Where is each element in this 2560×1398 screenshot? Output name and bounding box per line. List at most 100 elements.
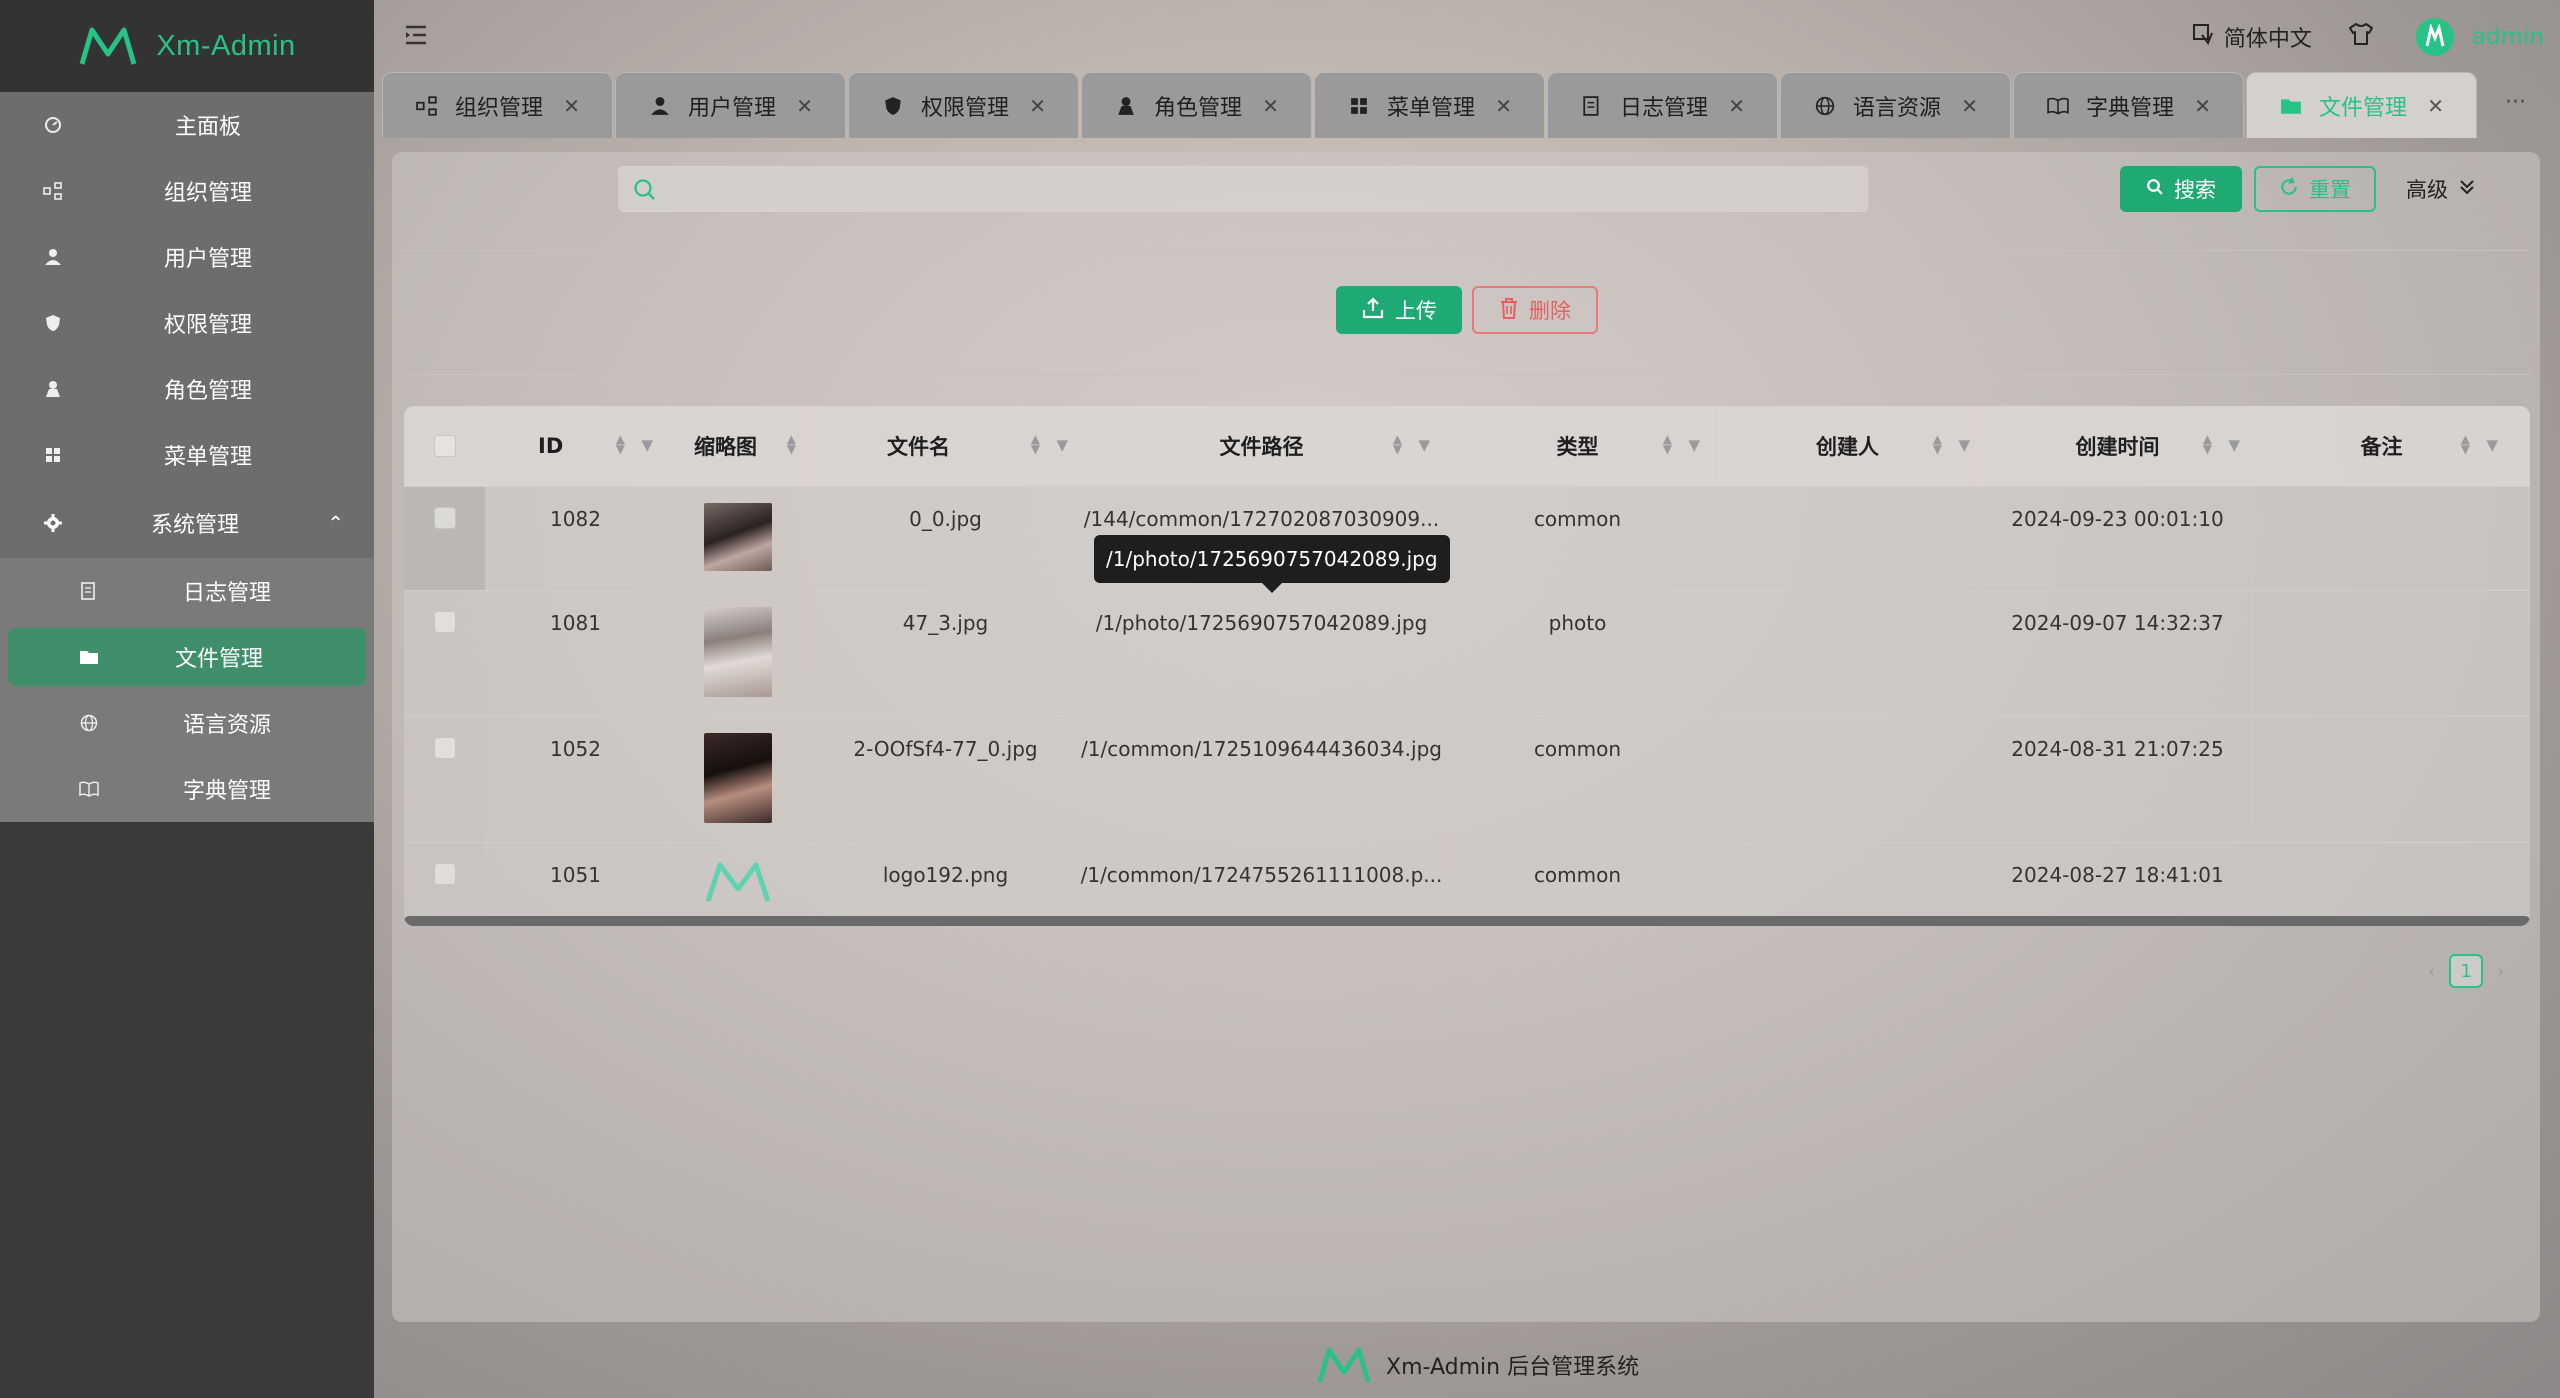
logo-thumbnail-icon[interactable] — [704, 859, 772, 903]
reset-button[interactable]: 重置 — [2254, 166, 2376, 212]
sidebar-item-users[interactable]: 用户管理 — [0, 224, 374, 290]
search-input[interactable] — [669, 167, 1859, 211]
close-icon[interactable]: ✕ — [1262, 94, 1279, 118]
column-header-filepath[interactable]: 文件路径 ▲ ▼ ▼ — [1081, 406, 1443, 486]
app-logo[interactable]: Xm-Admin — [0, 0, 374, 92]
tab-roles[interactable]: 角色管理 ✕ — [1081, 72, 1312, 138]
language-switch[interactable]: 简体中文 — [2192, 21, 2312, 53]
column-title: 备注 — [2360, 435, 2403, 459]
table-row[interactable]: 1052 2-OOfSf4-77_0.jpg /1/common/1725109… — [404, 716, 2530, 842]
close-icon[interactable]: ✕ — [1495, 94, 1512, 118]
tab-languages[interactable]: 语言资源 ✕ — [1780, 72, 2011, 138]
sort-icon[interactable]: ▲ ▼ — [1393, 433, 1402, 455]
username[interactable]: admin — [2472, 24, 2544, 50]
next-page-button[interactable]: › — [2497, 961, 2504, 982]
close-icon[interactable]: ✕ — [1961, 94, 1978, 118]
column-header-note[interactable]: 备注 ▲ ▼ ▼ — [2253, 406, 2510, 486]
sort-icon[interactable]: ▲ ▼ — [2203, 433, 2212, 455]
row-checkbox[interactable] — [433, 507, 456, 529]
tabs-more-icon[interactable]: ··· — [2505, 90, 2526, 115]
tab-org[interactable]: 组织管理 ✕ — [382, 72, 613, 138]
cell-created-time: 2024-08-27 18:41:01 — [1983, 843, 2253, 926]
delete-button[interactable]: 删除 — [1472, 286, 1598, 334]
sidebar-item-org[interactable]: 组织管理 — [0, 158, 374, 224]
sidebar-item-permissions[interactable]: 权限管理 — [0, 290, 374, 356]
advanced-toggle[interactable]: 高级 — [2396, 166, 2486, 212]
column-header-creator[interactable]: 创建人 ▲ ▼ ▼ — [1713, 406, 1983, 486]
close-icon[interactable]: ✕ — [2427, 94, 2444, 118]
filter-icon[interactable]: ▼ — [2228, 436, 2240, 454]
filter-icon[interactable]: ▼ — [1958, 436, 1970, 454]
table-row[interactable]: 1081 47_3.jpg /1/photo/1725690757042089.… — [404, 590, 2530, 716]
page-number-button[interactable]: 1 — [2449, 954, 2484, 988]
upload-button[interactable]: 上传 — [1336, 286, 1462, 334]
cell-note — [2253, 717, 2510, 842]
sidebar-item-roles[interactable]: 角色管理 — [0, 356, 374, 422]
sidebar-item-files[interactable]: 文件管理 — [8, 628, 366, 686]
column-header-thumbnail[interactable]: 缩略图 ▲ ▼ — [666, 406, 811, 486]
sidebar-menu: 主面板 组织管理 用户管理 权限管理 角色管理 菜单管理 系统管理 ⌃ 日志管理… — [0, 92, 374, 822]
close-icon[interactable]: ✕ — [2194, 94, 2211, 118]
search-button[interactable]: 搜索 — [2120, 166, 2242, 212]
upload-label: 上传 — [1395, 299, 1437, 323]
table-row[interactable]: 1082 0_0.jpg /144/common/172702087030909… — [404, 486, 2530, 590]
column-header-id[interactable]: ID ▲ ▼ ▼ — [486, 406, 666, 486]
tab-files[interactable]: 文件管理 ✕ — [2246, 72, 2477, 138]
tab-label: 角色管理 — [1154, 95, 1243, 121]
sidebar-item-label: 组织管理 — [163, 181, 252, 206]
sidebar-group-system[interactable]: 系统管理 ⌃ — [0, 488, 374, 558]
cell-creator — [1713, 591, 1983, 716]
sidebar-item-dashboard[interactable]: 主面板 — [0, 92, 374, 158]
filter-icon[interactable]: ▼ — [1418, 436, 1430, 454]
menu-toggle-icon[interactable] — [404, 24, 428, 48]
sort-icon[interactable]: ▲ ▼ — [787, 433, 796, 455]
row-checkbox[interactable] — [433, 863, 456, 885]
sidebar-item-languages[interactable]: 语言资源 — [0, 690, 374, 756]
filter-icon[interactable]: ▼ — [2486, 436, 2498, 454]
theme-shirt-icon[interactable] — [2348, 22, 2374, 52]
column-title: 创建人 — [1816, 435, 1879, 459]
tab-dictionary[interactable]: 字典管理 ✕ — [2013, 72, 2244, 138]
row-checkbox[interactable] — [433, 737, 456, 759]
tab-users[interactable]: 用户管理 ✕ — [615, 72, 846, 138]
prev-page-button[interactable]: ‹ — [2428, 961, 2435, 982]
tab-logs[interactable]: 日志管理 ✕ — [1547, 72, 1778, 138]
column-header-filename[interactable]: 文件名 ▲ ▼ ▼ — [811, 406, 1081, 486]
cell-creator — [1713, 843, 1983, 926]
column-title: 文件名 — [887, 435, 950, 459]
close-icon[interactable]: ✕ — [796, 94, 813, 118]
row-checkbox[interactable] — [433, 611, 456, 633]
thumbnail-image[interactable] — [704, 733, 772, 823]
sidebar-item-logs[interactable]: 日志管理 — [0, 558, 374, 624]
table-row[interactable]: 1051 logo192.png /1/common/1724755261111… — [404, 842, 2530, 926]
close-icon[interactable]: ✕ — [563, 94, 580, 118]
horizontal-scrollbar[interactable] — [404, 916, 2530, 926]
avatar[interactable] — [2415, 18, 2454, 56]
tab-label: 文件管理 — [2319, 95, 2408, 121]
search-field[interactable] — [618, 166, 1868, 212]
cell-created-time: 2024-09-07 14:32:37 — [1983, 591, 2253, 716]
topbar-actions: 简体中文 admin — [2192, 18, 2544, 56]
sidebar-item-menus[interactable]: 菜单管理 — [0, 422, 374, 488]
sort-icon[interactable]: ▲ ▼ — [616, 433, 625, 455]
filter-icon[interactable]: ▼ — [641, 436, 653, 454]
sort-icon[interactable]: ▲ ▼ — [2461, 433, 2470, 455]
logo-icon — [79, 27, 137, 65]
sidebar-item-dictionary[interactable]: 字典管理 — [0, 756, 374, 822]
filter-icon[interactable]: ▼ — [1056, 436, 1068, 454]
filepath-tooltip: /1/photo/1725690757042089.jpg — [1094, 535, 1450, 593]
filter-icon[interactable]: ▼ — [1688, 436, 1700, 454]
close-icon[interactable]: ✕ — [1728, 94, 1745, 118]
sort-icon[interactable]: ▲ ▼ — [1933, 433, 1942, 455]
thumbnail-image[interactable] — [704, 607, 772, 697]
thumbnail-image[interactable] — [704, 503, 772, 571]
column-header-type[interactable]: 类型 ▲ ▼ ▼ — [1443, 406, 1713, 486]
sort-icon[interactable]: ▲ ▼ — [1031, 433, 1040, 455]
close-icon[interactable]: ✕ — [1029, 94, 1046, 118]
sort-icon[interactable]: ▲ ▼ — [1663, 433, 1672, 455]
column-header-created-time[interactable]: 创建时间 ▲ ▼ ▼ — [1983, 406, 2253, 486]
tab-permissions[interactable]: 权限管理 ✕ — [848, 72, 1079, 138]
tab-menus[interactable]: 菜单管理 ✕ — [1314, 72, 1545, 138]
select-all-checkbox[interactable] — [433, 435, 456, 457]
upload-icon — [1361, 296, 1385, 325]
